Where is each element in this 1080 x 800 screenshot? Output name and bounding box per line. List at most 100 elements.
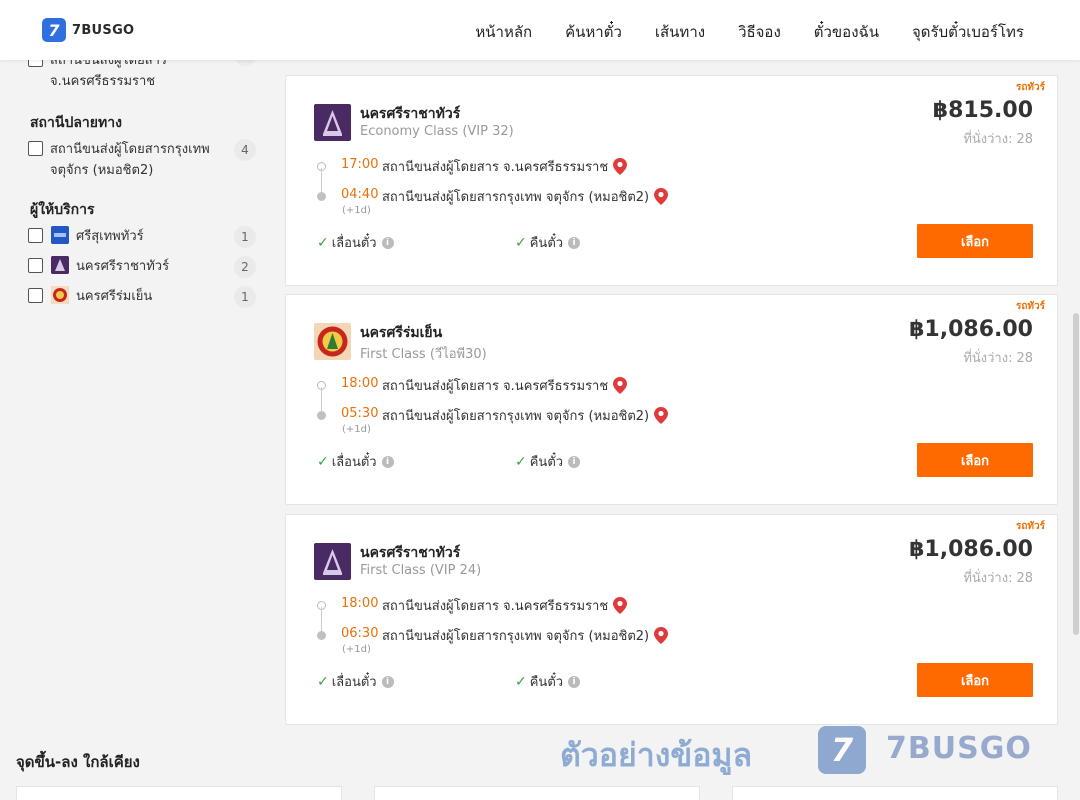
arrival-station-name: สถานีขนส่งผู้โดยสารกรุงเทพ จตุจักร (หมอช… xyxy=(382,629,650,644)
refund-feature: ✓ คืนตั๋ว i xyxy=(515,671,581,692)
nearby-card[interactable] xyxy=(16,786,342,800)
map-pin-icon[interactable] xyxy=(613,597,628,614)
arrival-time: 05:30 xyxy=(341,406,379,421)
nav-my-tickets[interactable]: ตั๋วของฉัน xyxy=(814,20,879,44)
seats-available: ที่นั่งว่าง: 28 xyxy=(963,347,1033,368)
arrival-dot-icon xyxy=(317,411,326,420)
map-pin-icon[interactable] xyxy=(613,158,628,175)
seat-class: Economy Class (VIP 32) xyxy=(360,124,514,139)
info-icon[interactable]: i xyxy=(568,455,581,468)
arrival-station: สถานีขนส่งผู้โดยสารกรุงเทพ จตุจักร (หมอช… xyxy=(382,405,669,426)
arrival-time: 04:40 xyxy=(341,187,379,202)
departure-time: 18:00 xyxy=(341,596,379,611)
nearby-card[interactable] xyxy=(732,786,1058,800)
count-badge: 2 xyxy=(234,256,256,278)
nav-search-tickets[interactable]: ค้นหาตั๋ว xyxy=(565,20,622,44)
nakhonsi-racha-logo-icon xyxy=(314,104,351,141)
departure-station-name: สถานีขนส่งผู้โดยสาร จ.นครศรีธรรมราช xyxy=(382,160,609,175)
info-icon[interactable]: i xyxy=(381,675,394,688)
filter-label: สถานีขนส่งผู้โดยสารกรุงเทพ จตุจักร (หมอช… xyxy=(50,142,210,178)
info-icon[interactable]: i xyxy=(381,236,394,249)
info-icon[interactable]: i xyxy=(568,675,581,688)
nakhonsi-racha-logo-icon xyxy=(314,543,351,580)
trip-card: รถทัวร์ นครศรีราชาทัวร์ First Class (VIP… xyxy=(285,514,1058,725)
refund-label: คืนตั๋ว xyxy=(529,675,564,690)
nearby-card[interactable] xyxy=(374,786,700,800)
refund-label: คืนตั๋ว xyxy=(529,455,564,470)
sri-suthep-logo-icon xyxy=(51,226,69,244)
trip-card: รถทัวร์ นครศรีราชาทัวร์ Economy Class (V… xyxy=(285,75,1058,286)
reschedule-label: เลื่อนตั๋ว xyxy=(331,675,377,690)
map-pin-icon[interactable] xyxy=(613,377,628,394)
refund-feature: ✓ คืนตั๋ว i xyxy=(515,451,581,472)
seats-label: ที่นั่งว่าง: xyxy=(963,571,1013,586)
arrival-station-name: สถานีขนส่งผู้โดยสารกรุงเทพ จตุจักร (หมอช… xyxy=(382,190,650,205)
bus-type-tag: รถทัวร์ xyxy=(1015,82,1045,93)
scrollbar-thumb[interactable] xyxy=(1073,313,1079,635)
select-trip-button[interactable]: เลือก xyxy=(917,224,1033,258)
filter-operator-nakhonsi-racha[interactable]: นครศรีราชาทัวร์ 2 xyxy=(28,256,256,278)
filter-destination-station[interactable]: สถานีขนส่งผู้โดยสารกรุงเทพ จตุจักร (หมอช… xyxy=(28,139,256,181)
checkbox[interactable] xyxy=(28,288,43,303)
refund-feature: ✓ คืนตั๋ว i xyxy=(515,232,581,253)
seats-available: ที่นั่งว่าง: 28 xyxy=(963,128,1033,149)
check-icon: ✓ xyxy=(317,453,329,470)
watermark-text: ตัวอย่างข้อมูล xyxy=(560,736,753,774)
seats-label: ที่นั่งว่าง: xyxy=(963,132,1013,147)
seat-class: First Class (วีไอพี30) xyxy=(360,347,487,362)
operators-filter-title: ผู้ให้บริการ xyxy=(30,202,95,218)
arrival-station-name: สถานีขนส่งผู้โดยสารกรุงเทพ จตุจักร (หมอช… xyxy=(382,409,650,424)
nav-home[interactable]: หน้าหลัก xyxy=(475,20,532,44)
nav-ticket-pickup-phone[interactable]: จุดรับตั๋วเบอร์โทร xyxy=(912,20,1024,44)
departure-station: สถานีขนส่งผู้โดยสาร จ.นครศรีธรรมราช xyxy=(382,375,628,396)
filter-label: นครศรีราชาทัวร์ xyxy=(76,259,170,274)
departure-station: สถานีขนส่งผู้โดยสาร จ.นครศรีธรรมราช xyxy=(382,595,628,616)
checkbox[interactable] xyxy=(28,141,43,156)
bus-type-tag: รถทัวร์ xyxy=(1015,301,1045,312)
reschedule-label: เลื่อนตั๋ว xyxy=(331,236,377,251)
checkbox[interactable] xyxy=(28,258,43,273)
map-pin-icon[interactable] xyxy=(654,188,669,205)
select-trip-button[interactable]: เลือก xyxy=(917,663,1033,697)
departure-station-name: สถานีขนส่งผู้โดยสาร จ.นครศรีธรรมราช xyxy=(382,599,609,614)
nav-routes[interactable]: เส้นทาง xyxy=(655,20,705,44)
filter-operator-nakhonsi-romyen[interactable]: นครศรีร่มเย็น 1 xyxy=(28,286,256,308)
next-day-label: (+1d) xyxy=(342,644,371,655)
logo-badge-icon: 7 xyxy=(42,18,66,42)
info-icon[interactable]: i xyxy=(381,455,394,468)
trip-card: รถทัวร์ นครศรีร่มเย็น First Class (วีไอพ… xyxy=(285,294,1058,505)
top-header: 7 7BUSGO หน้าหลัก ค้นหาตั๋ว เส้นทาง วิธี… xyxy=(0,0,1080,60)
nakhonsi-romyen-logo-icon xyxy=(51,286,69,304)
trip-price: ฿1,086.00 xyxy=(909,317,1033,342)
watermark-logo-icon: 7 xyxy=(818,726,866,774)
count-badge: 1 xyxy=(234,226,256,248)
check-icon: ✓ xyxy=(317,234,329,251)
refund-label: คืนตั๋ว xyxy=(529,236,564,251)
reschedule-feature: ✓ เลื่อนตั๋ว i xyxy=(317,232,394,253)
reschedule-feature: ✓ เลื่อนตั๋ว i xyxy=(317,671,394,692)
filter-operator-sri-suthep[interactable]: ศรีสุเทพทัวร์ 1 xyxy=(28,226,256,248)
nav-how-to-book[interactable]: วิธีจอง xyxy=(738,20,781,44)
arrival-dot-icon xyxy=(317,631,326,640)
map-pin-icon[interactable] xyxy=(654,627,669,644)
reschedule-feature: ✓ เลื่อนตั๋ว i xyxy=(317,451,394,472)
seats-count: 28 xyxy=(1016,351,1033,366)
site-logo[interactable]: 7 7BUSGO xyxy=(42,18,134,42)
seats-count: 28 xyxy=(1016,132,1033,147)
operator-name: นครศรีราชาทัวร์ xyxy=(360,545,461,561)
checkbox[interactable] xyxy=(28,228,43,243)
main-nav: หน้าหลัก ค้นหาตั๋ว เส้นทาง วิธีจอง ตั๋วข… xyxy=(475,20,1024,44)
seats-available: ที่นั่งว่าง: 28 xyxy=(963,567,1033,588)
operator-name: นครศรีร่มเย็น xyxy=(360,325,443,341)
trip-price: ฿1,086.00 xyxy=(909,537,1033,562)
filter-label: นครศรีร่มเย็น xyxy=(76,289,153,304)
info-icon[interactable]: i xyxy=(568,236,581,249)
map-pin-icon[interactable] xyxy=(654,407,669,424)
next-day-label: (+1d) xyxy=(342,424,371,435)
count-badge: 4 xyxy=(234,139,256,161)
select-trip-button[interactable]: เลือก xyxy=(917,443,1033,477)
seat-class: First Class (VIP 24) xyxy=(360,563,482,578)
check-icon: ✓ xyxy=(515,453,527,470)
next-day-label: (+1d) xyxy=(342,205,371,216)
arrival-station: สถานีขนส่งผู้โดยสารกรุงเทพ จตุจักร (หมอช… xyxy=(382,186,669,207)
